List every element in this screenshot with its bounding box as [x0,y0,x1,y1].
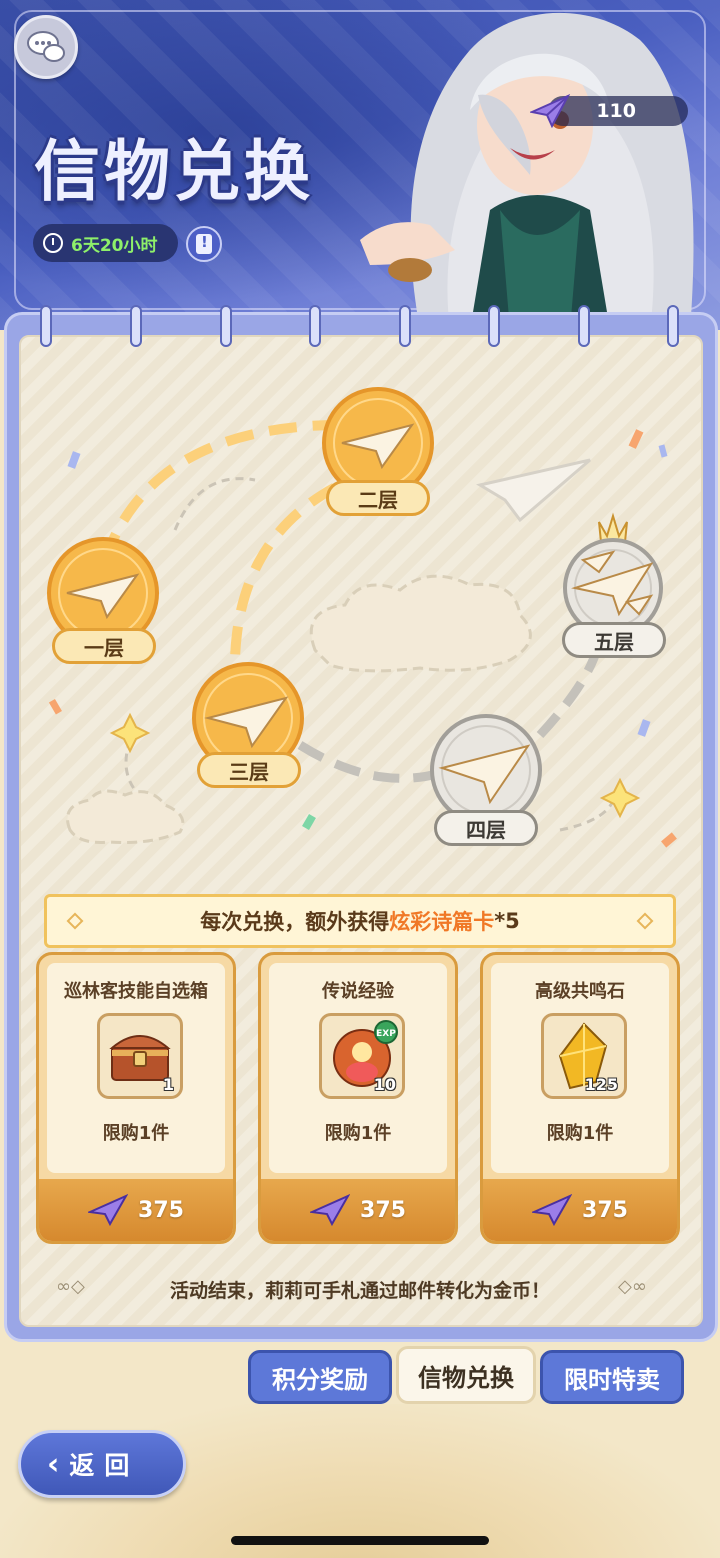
purple-plane-currency-icon [88,1194,129,1226]
footer-note: 活动结束，莉莉可手札通过邮件转化为金币！ [169,1280,550,1302]
ribbon-prefix: 每次兑换，额外获得 [200,910,390,934]
diamond-ornament-icon [636,912,654,930]
shop-item-card[interactable]: 高级共鸣石 125 限购1件 375 [480,952,680,1244]
tab-points-rewards[interactable]: 积分奖励 [248,1350,392,1404]
shop-item-card[interactable]: 巡林客技能自选箱 1 限购1件 375 [36,952,236,1244]
floor-5-medal[interactable] [555,510,671,636]
purple-plane-currency-icon [532,1194,573,1226]
purchase-limit: 限购1件 [324,1123,392,1144]
bonus-ribbon: 每次兑换，额外获得 炫彩诗篇卡 *5 [44,894,676,948]
item-name: 高级共鸣石 [535,981,625,1002]
ribbon-highlight: 炫彩诗篇卡 [389,910,495,934]
item-icon-frame: 125 [541,1013,627,1099]
buy-button[interactable]: 375 [483,1179,677,1241]
purchase-limit: 限购1件 [546,1123,614,1144]
diamond-ornament-icon [66,912,84,930]
back-button[interactable]: ‹ 返回 [18,1430,186,1498]
knot-ornament-icon: ◇∞ [618,1276,647,1297]
item-name: 巡林客技能自选箱 [64,981,208,1002]
floor-2-label: 二层 [326,480,430,516]
floor-5-label: 五层 [562,622,666,658]
svg-text:EXP: EXP [376,1029,396,1039]
item-price: 375 [360,1197,406,1223]
buy-button[interactable]: 375 [261,1179,455,1241]
purchase-limit: 限购1件 [102,1123,170,1144]
item-price: 375 [582,1197,628,1223]
tab-token-exchange[interactable]: 信物兑换 [396,1346,536,1404]
home-indicator[interactable] [231,1536,489,1545]
purple-plane-currency-icon [310,1194,351,1226]
floor-3-label: 三层 [197,752,301,788]
item-icon-frame: EXP 10 [319,1013,405,1099]
buy-button[interactable]: 375 [39,1179,233,1241]
floor-1-label: 一层 [52,628,156,664]
item-count: 1 [162,1075,174,1094]
shop-item-card[interactable]: 传说经验 EXP 10 限购1件 375 [258,952,458,1244]
item-count: 10 [373,1075,396,1094]
ribbon-suffix: *5 [494,909,520,933]
item-icon-frame: 1 [97,1013,183,1099]
item-count: 125 [584,1075,618,1094]
back-arrow-icon: ‹ [47,1446,60,1482]
back-button-label: 返回 [69,1451,140,1480]
item-price: 375 [138,1197,184,1223]
item-name: 传说经验 [322,981,394,1002]
floor-4-label: 四层 [434,810,538,846]
tab-limited-sale[interactable]: 限时特卖 [540,1350,684,1404]
